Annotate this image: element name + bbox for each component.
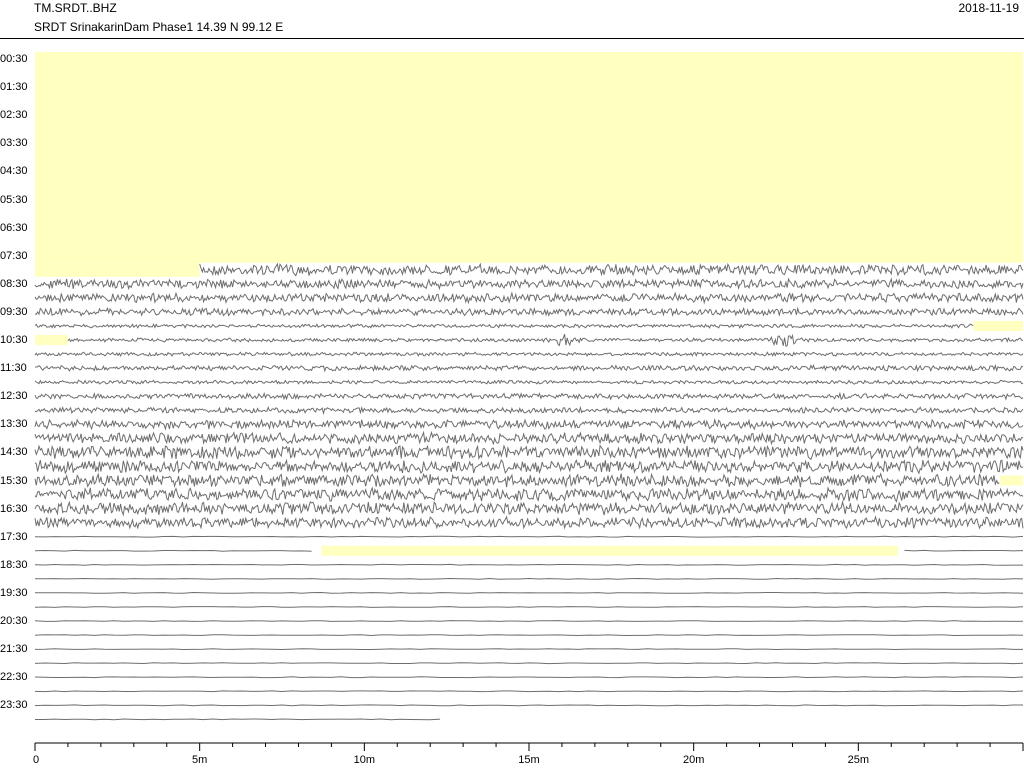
trace-16 <box>34 277 1024 291</box>
no-data-region <box>35 52 1023 263</box>
helicorder-plot <box>34 52 1024 751</box>
trace-15 <box>199 262 1024 277</box>
data-gap-0 <box>321 545 898 556</box>
trace-40 <box>34 620 1024 622</box>
no-data-region <box>35 262 200 277</box>
trace-32 <box>34 500 1024 517</box>
trace-23 <box>34 379 1024 385</box>
trace-21 <box>34 351 1024 358</box>
trace-31 <box>34 486 1024 503</box>
trace-28 <box>34 444 1024 461</box>
trace-42 <box>34 648 1023 651</box>
trace-22 <box>35 363 1024 373</box>
trace-27 <box>34 430 1024 446</box>
data-gap-2 <box>973 320 1023 331</box>
trace-37 <box>34 577 1024 580</box>
trace-43 <box>34 662 1024 665</box>
trace-36 <box>34 563 1023 566</box>
trace-20 <box>67 333 1024 347</box>
trace-25 <box>34 405 1024 416</box>
trace-24 <box>34 391 1024 401</box>
trace-17 <box>34 291 1024 305</box>
trace-44 <box>34 676 1024 679</box>
data-gap-3 <box>35 335 68 346</box>
trace-45 <box>34 690 1024 693</box>
trace-39 <box>34 606 1024 608</box>
trace-19 <box>34 323 974 330</box>
trace-30 <box>34 472 1000 489</box>
trace-33 <box>34 515 1024 530</box>
trace-34 <box>34 535 1024 538</box>
trace-26 <box>34 417 1024 431</box>
trace-29 <box>34 458 1024 475</box>
trace-47 <box>35 718 441 721</box>
data-gap-1 <box>999 475 1023 486</box>
trace-46 <box>34 704 1023 707</box>
trace-38 <box>34 591 1024 594</box>
trace-41 <box>34 634 1024 637</box>
trace-18 <box>34 306 1024 318</box>
